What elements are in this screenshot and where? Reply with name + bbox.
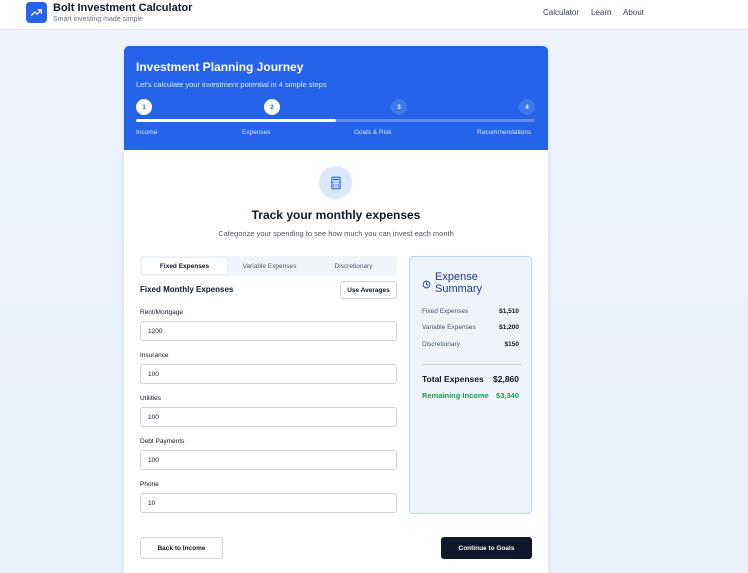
summary-discretionary-value: $150	[504, 341, 519, 348]
expense-tabs: Fixed Expenses Variable Expenses Discret…	[140, 256, 397, 276]
fixed-expenses-heading: Fixed Monthly Expenses	[140, 285, 234, 294]
top-navigation-bar: Bolt Investment Calculator Smart investi…	[0, 0, 748, 30]
nav-link-about[interactable]: About	[623, 8, 644, 17]
step-3-indicator[interactable]: 3	[391, 99, 407, 115]
step-2-label: Expenses	[242, 129, 271, 136]
debt-payments-label: Debt Payments	[140, 438, 185, 445]
use-averages-button[interactable]: Use Averages	[340, 281, 397, 299]
summary-variable-value: $1,200	[499, 324, 519, 331]
back-to-income-button[interactable]: Back to Income	[140, 537, 223, 559]
step-3-label: Goals & Risk	[354, 129, 392, 136]
journey-subtitle: Let's calculate your investment potentia…	[136, 80, 327, 89]
step-4-label: Recommendations	[477, 129, 532, 136]
summary-discretionary-label: Discretionary	[422, 341, 460, 348]
remaining-income-label: Remaining Income	[422, 391, 489, 400]
nav-link-calculator[interactable]: Calculator	[543, 8, 579, 17]
summary-fixed-label: Fixed Expenses	[422, 308, 469, 315]
summary-variable-label: Variable Expenses	[422, 324, 476, 331]
progress-track	[136, 119, 535, 122]
section-title: Track your monthly expenses	[251, 208, 421, 222]
debt-payments-input[interactable]: 100	[140, 450, 397, 470]
section-subtitle: Categorize your spending to see how much…	[218, 229, 454, 238]
expense-summary-panel: Expense Summary Fixed Expenses $1,510 Va…	[409, 256, 532, 514]
calculator-icon	[319, 166, 352, 199]
tab-discretionary[interactable]: Discretionary	[312, 258, 395, 274]
summary-title-line-2: Summary	[435, 283, 483, 295]
journey-title: Investment Planning Journey	[136, 60, 304, 74]
utilities-label: Utilities	[140, 395, 161, 402]
remaining-income-value: $3,340	[496, 391, 519, 400]
summary-fixed-value: $1,510	[499, 308, 519, 315]
insurance-input[interactable]: 100	[140, 364, 397, 384]
summary-title-line-1: Expense	[435, 271, 478, 283]
summary-divider	[422, 364, 521, 365]
tab-variable-expenses[interactable]: Variable Expenses	[227, 258, 312, 274]
investment-wizard-card: Investment Planning Journey Let's calcul…	[124, 46, 548, 573]
step-1-label: Income	[136, 129, 158, 136]
step-2-indicator[interactable]: 2	[264, 99, 280, 115]
total-expenses-label: Total Expenses	[422, 374, 484, 384]
expense-summary-title: Expense Summary	[435, 271, 482, 295]
insurance-label: Insurance	[140, 352, 169, 359]
app-tagline: Smart investing made simple	[53, 16, 143, 23]
progress-fill	[136, 119, 336, 122]
app-title: Bolt Investment Calculator	[53, 2, 193, 14]
step-1-indicator[interactable]: 1	[136, 99, 152, 115]
clock-icon	[422, 276, 431, 294]
total-expenses-value: $2,860	[493, 374, 519, 384]
phone-label: Phone	[140, 481, 159, 488]
trending-up-icon[interactable]	[26, 2, 47, 23]
tab-fixed-expenses[interactable]: Fixed Expenses	[142, 258, 227, 274]
nav-link-learn[interactable]: Learn	[591, 8, 611, 17]
step-4-indicator[interactable]: 4	[519, 99, 535, 115]
rent-mortgage-input[interactable]: 1200	[140, 321, 397, 341]
continue-to-goals-button[interactable]: Continue to Goals	[441, 537, 532, 559]
journey-header: Investment Planning Journey Let's calcul…	[124, 46, 548, 150]
phone-input[interactable]: 10	[140, 493, 397, 513]
utilities-input[interactable]: 100	[140, 407, 397, 427]
rent-mortgage-label: Rent/Mortgage	[140, 309, 183, 316]
